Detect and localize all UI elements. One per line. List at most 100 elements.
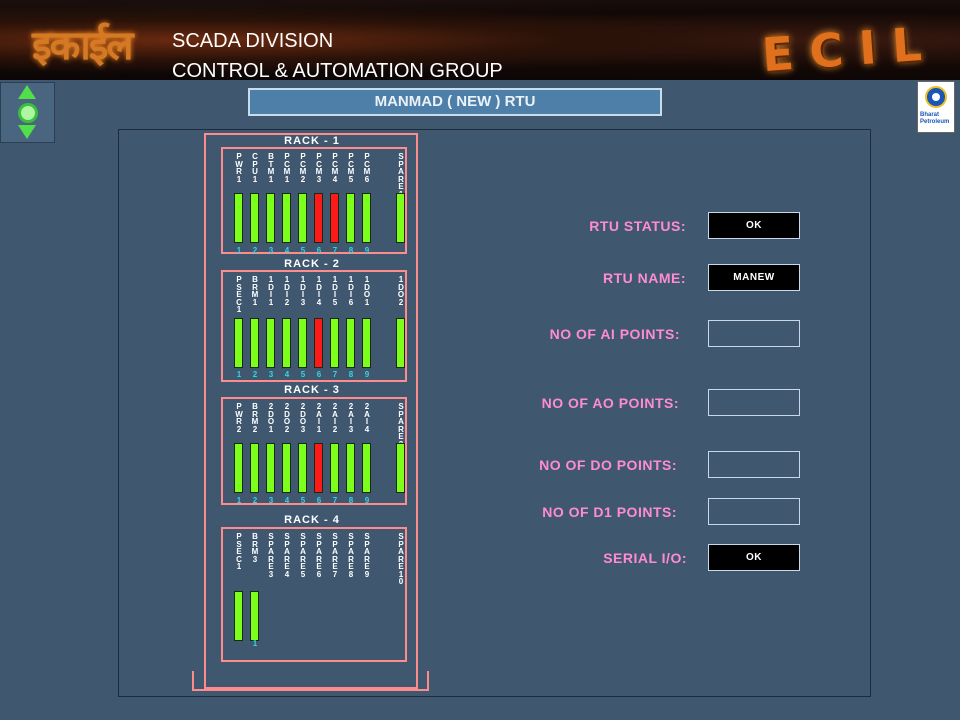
serial-io-value: OK: [708, 544, 800, 571]
module-label: 1 D I 3: [300, 275, 306, 307]
module-2ai1[interactable]: 2 A I 1 6: [311, 403, 327, 505]
module-1di6[interactable]: 1 D I 6 8: [343, 276, 359, 380]
module-spare8[interactable]: S P A R E 8: [343, 533, 359, 660]
module-status-bar: [330, 193, 339, 243]
header-title-line2: CONTROL & AUTOMATION GROUP: [172, 60, 503, 82]
module-psec1[interactable]: P S E C 1 1: [231, 276, 247, 380]
header-banner: इकाईल SCADA DIVISION CONTROL & AUTOMATIO…: [0, 0, 960, 83]
module-2ai3[interactable]: 2 A I 3 8: [343, 403, 359, 505]
rack-label: RACK - 4: [284, 514, 340, 526]
slot-number: 1: [236, 496, 242, 505]
page-title: MANMAD ( NEW ) RTU: [248, 88, 662, 116]
header-title: SCADA DIVISION CONTROL & AUTOMATION GROU…: [172, 26, 503, 86]
module-spare1[interactable]: S P A R E 1: [393, 153, 409, 252]
module-spare3[interactable]: S P A R E 3: [263, 533, 279, 660]
module-spare5[interactable]: S P A R E 5: [295, 533, 311, 660]
rack-3: P W R 2 1 B R M 2 2 2 D O 1 3 2 D O 2 4 2 D O 3 5…: [221, 397, 407, 505]
module-brm1[interactable]: B R M 1 2: [247, 276, 263, 380]
ao-points-label: NO OF AO POINTS:: [541, 395, 679, 411]
module-label: S P A R E 2: [398, 402, 404, 449]
arrow-down-icon[interactable]: [18, 125, 36, 139]
slot-number: 9: [364, 496, 370, 505]
module-cpu1[interactable]: C P U 1 2: [247, 153, 263, 255]
module-1di1[interactable]: 1 D I 1 3: [263, 276, 279, 380]
module-spare4[interactable]: S P A R E 4: [279, 533, 295, 660]
module-2do2[interactable]: 2 D O 2 4: [279, 402, 295, 505]
do-points-value: [708, 451, 800, 478]
arrow-up-icon[interactable]: [18, 85, 36, 99]
module-1di4[interactable]: 1 D I 4 6: [311, 276, 327, 380]
module-psec1[interactable]: P S E C 1: [231, 533, 247, 660]
slot-number: 1: [236, 246, 242, 255]
slot-number: 4: [284, 246, 290, 255]
cabinet-base: [192, 671, 429, 691]
module-spare10[interactable]: S P A R E 1 0: [393, 533, 409, 660]
module-2ai4[interactable]: 2 A I 4 9: [359, 402, 375, 505]
module-1do2[interactable]: 1 D O 2: [393, 276, 409, 380]
module-label: S P A R E 8: [348, 532, 354, 579]
slot-number: 7: [332, 246, 338, 255]
ai-points-value: [708, 320, 800, 347]
rtu-name-label: RTU NAME:: [602, 270, 686, 286]
module-2do1[interactable]: 2 D O 1 3: [263, 403, 279, 505]
module-pwr1[interactable]: P W R 1 1: [231, 153, 247, 255]
do-points-label: NO OF DO POINTS:: [539, 457, 677, 473]
module-pcm5[interactable]: P C M 5 8: [343, 153, 359, 255]
module-spare6[interactable]: S P A R E 6: [311, 533, 327, 660]
module-btm1[interactable]: B T M 1 3: [263, 153, 279, 255]
module-1do1[interactable]: 1 D O 1 9: [359, 276, 375, 380]
circle-icon[interactable]: [18, 103, 38, 123]
module-pcm6[interactable]: P C M 6 9: [359, 153, 375, 255]
module-label: B R M 1: [251, 275, 259, 307]
module-label: 2 D O 2: [283, 402, 291, 434]
slot-number: 1: [236, 370, 242, 379]
slot-number: 8: [348, 496, 354, 505]
module-2do3[interactable]: 2 D O 3 5: [295, 403, 311, 505]
module-1di2[interactable]: 1 D I 2 4: [279, 276, 295, 380]
module-status-bar: [250, 443, 259, 493]
module-label: P S E C 1: [236, 532, 242, 571]
module-status-bar: [234, 193, 243, 243]
module-pwr2[interactable]: P W R 2 1: [231, 402, 247, 505]
module-label: 1 D O 2: [397, 275, 405, 307]
module-1di3[interactable]: 1 D I 3 5: [295, 276, 311, 380]
module-label: S P A R E 3: [268, 532, 274, 579]
module-status-bar: [282, 443, 291, 493]
module-1di5[interactable]: 1 D I 5 7: [327, 276, 343, 380]
module-label: S P A R E 7: [332, 532, 338, 579]
module-brm3[interactable]: B R M 3 1: [247, 533, 263, 660]
ao-points-value: [708, 389, 800, 416]
slot-number: 9: [364, 370, 370, 379]
module-status-bar: [298, 318, 307, 368]
module-label: S P A R E 5: [300, 532, 306, 579]
module-label: 1 D I 6: [348, 275, 354, 307]
module-spare9[interactable]: S P A R E 9: [359, 533, 375, 660]
slot-number: 5: [300, 370, 306, 379]
module-spare2[interactable]: S P A R E 2: [393, 403, 409, 503]
slot-number: 5: [300, 496, 306, 505]
module-status-bar: [346, 193, 355, 243]
module-status-bar: [282, 318, 291, 368]
module-status-bar: [234, 318, 243, 368]
header-title-line1: SCADA DIVISION: [172, 30, 334, 52]
module-status-bar: [362, 443, 371, 493]
module-pcm4[interactable]: P C M 4 7: [327, 153, 343, 255]
ecil-logo: ECIL: [760, 15, 940, 83]
slot-number: 8: [348, 370, 354, 379]
module-label: P W R 2: [235, 402, 243, 434]
module-status-bar: [234, 591, 243, 641]
module-label: 2 A I 4: [364, 402, 370, 434]
module-pcm1[interactable]: P C M 1 4: [279, 153, 295, 255]
rack-1: P W R 1 1 C P U 1 2 B T M 1 3 P C M 1 4 P C M 2 5…: [221, 147, 409, 255]
module-spare7[interactable]: S P A R E 7: [327, 533, 343, 660]
module-pcm2[interactable]: P C M 2 5: [295, 153, 311, 255]
module-brm2[interactable]: B R M 2 2: [247, 402, 263, 505]
module-status-bar: [314, 443, 323, 493]
module-status-bar: [250, 318, 259, 368]
module-label: B R M 2: [251, 402, 259, 434]
module-status-bar: [234, 443, 243, 493]
module-label: S P A R E 1 0: [398, 532, 404, 586]
module-2ai2[interactable]: 2 A I 2 7: [327, 403, 343, 505]
module-status-bar: [396, 318, 405, 368]
module-pcm3[interactable]: P C M 3 6: [311, 153, 327, 255]
